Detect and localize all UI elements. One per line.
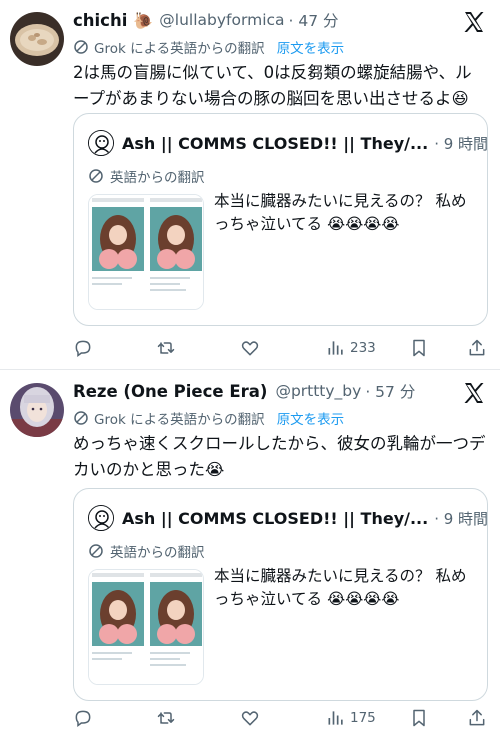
post-divider [0, 369, 500, 370]
translate-icon [74, 411, 88, 425]
like-button[interactable] [240, 336, 260, 360]
quote-translation-notice: 英語からの翻訳 [88, 541, 205, 561]
bookmark-button[interactable] [409, 706, 429, 730]
quote-translate-label: 英語からの翻訳 [110, 545, 205, 561]
quote-avatar[interactable] [88, 505, 114, 531]
quote-image[interactable] [88, 569, 204, 685]
views-icon [328, 341, 343, 355]
like-icon [241, 341, 259, 356]
share-button[interactable] [467, 706, 487, 730]
quote-header: Ash || COMMS CLOSED!! || They/... · 9 時間 [122, 130, 488, 156]
translate-icon [74, 40, 88, 54]
share-icon [469, 339, 485, 356]
show-original-link[interactable]: 原文を表示 [277, 37, 345, 57]
name-emoji: 🐌 [133, 10, 154, 30]
show-original-link[interactable]: 原文を表示 [277, 408, 345, 428]
x-logo-icon[interactable] [462, 381, 486, 405]
quoted-post[interactable]: Ash || COMMS CLOSED!! || They/... · 9 時間… [73, 488, 488, 701]
post-header: chichi 🐌 @lullabyformica · 47 分 [73, 8, 339, 32]
handle[interactable]: @lullabyformica [159, 11, 284, 29]
like-button[interactable] [240, 706, 260, 730]
like-icon [241, 711, 259, 726]
quote-display-name[interactable]: Ash || COMMS CLOSED!! || They/... [122, 134, 428, 153]
quote-timestamp[interactable]: · 9 時間 [434, 133, 488, 154]
x-logo-icon[interactable] [462, 10, 486, 34]
quote-text: 本当に臓器みたいに見えるの？ 私めっちゃ泣いてる 😭😭😭😭 [214, 192, 467, 233]
bookmark-icon [413, 709, 425, 727]
translate-label: Grok による英語からの翻訳 [94, 412, 265, 428]
post[interactable]: chichi 🐌 @lullabyformica · 47 分 Grok による… [0, 0, 500, 370]
share-icon [469, 709, 485, 726]
translation-notice: Grok による英語からの翻訳 原文を表示 [73, 37, 344, 57]
display-name[interactable]: chichi [73, 11, 127, 30]
display-name[interactable]: Reze (One Piece Era) [73, 382, 267, 401]
reply-icon [75, 710, 91, 727]
translate-icon [89, 169, 103, 183]
quote-timestamp[interactable]: · 9 時間 [434, 508, 488, 529]
avatar[interactable] [10, 383, 64, 437]
repost-icon [157, 342, 175, 354]
action-bar: 233 [73, 336, 488, 360]
views-icon [328, 711, 343, 725]
action-bar: 175 [73, 706, 488, 730]
quoted-post[interactable]: Ash || COMMS CLOSED!! || They/... · 9 時間… [73, 113, 488, 326]
quote-translate-label: 英語からの翻訳 [110, 170, 205, 186]
timestamp[interactable]: · 57 分 [365, 380, 415, 402]
handle[interactable]: @prttty_by [275, 382, 361, 400]
views-button[interactable]: 233 [326, 336, 376, 360]
quote-image[interactable] [88, 194, 204, 310]
quote-avatar[interactable] [88, 130, 114, 156]
reply-button[interactable] [73, 706, 93, 730]
reply-button[interactable] [73, 336, 93, 360]
avatar[interactable] [10, 12, 64, 66]
translate-icon [89, 544, 103, 558]
post-text: めっちゃ速くスクロールしたから、彼女の乳輪が一つデカいのかと思った😭 [73, 434, 486, 479]
quote-text: 本当に臓器みたいに見えるの？ 私めっちゃ泣いてる 😭😭😭😭 [214, 567, 467, 608]
bookmark-button[interactable] [409, 336, 429, 360]
share-button[interactable] [467, 336, 487, 360]
repost-button[interactable] [156, 336, 176, 360]
post-text: 2は馬の盲腸に似ていて、0は反芻類の螺旋結腸や、ループがあまりない場合の豚の脳回… [73, 63, 472, 108]
translate-label: Grok による英語からの翻訳 [94, 41, 265, 57]
translation-notice: Grok による英語からの翻訳 原文を表示 [73, 408, 344, 428]
quote-header: Ash || COMMS CLOSED!! || They/... · 9 時間 [122, 505, 488, 531]
post[interactable]: Reze (One Piece Era) @prttty_by · 57 分 G… [0, 371, 500, 738]
repost-button[interactable] [156, 706, 176, 730]
views-count: 233 [350, 340, 376, 356]
quote-display-name[interactable]: Ash || COMMS CLOSED!! || They/... [122, 509, 428, 528]
views-count: 175 [350, 710, 376, 726]
reply-icon [75, 340, 91, 357]
timestamp[interactable]: · 47 分 [289, 9, 339, 31]
post-header: Reze (One Piece Era) @prttty_by · 57 分 [73, 379, 415, 403]
quote-translation-notice: 英語からの翻訳 [88, 166, 205, 186]
views-button[interactable]: 175 [326, 706, 376, 730]
repost-icon [157, 712, 175, 724]
bookmark-icon [413, 339, 425, 357]
